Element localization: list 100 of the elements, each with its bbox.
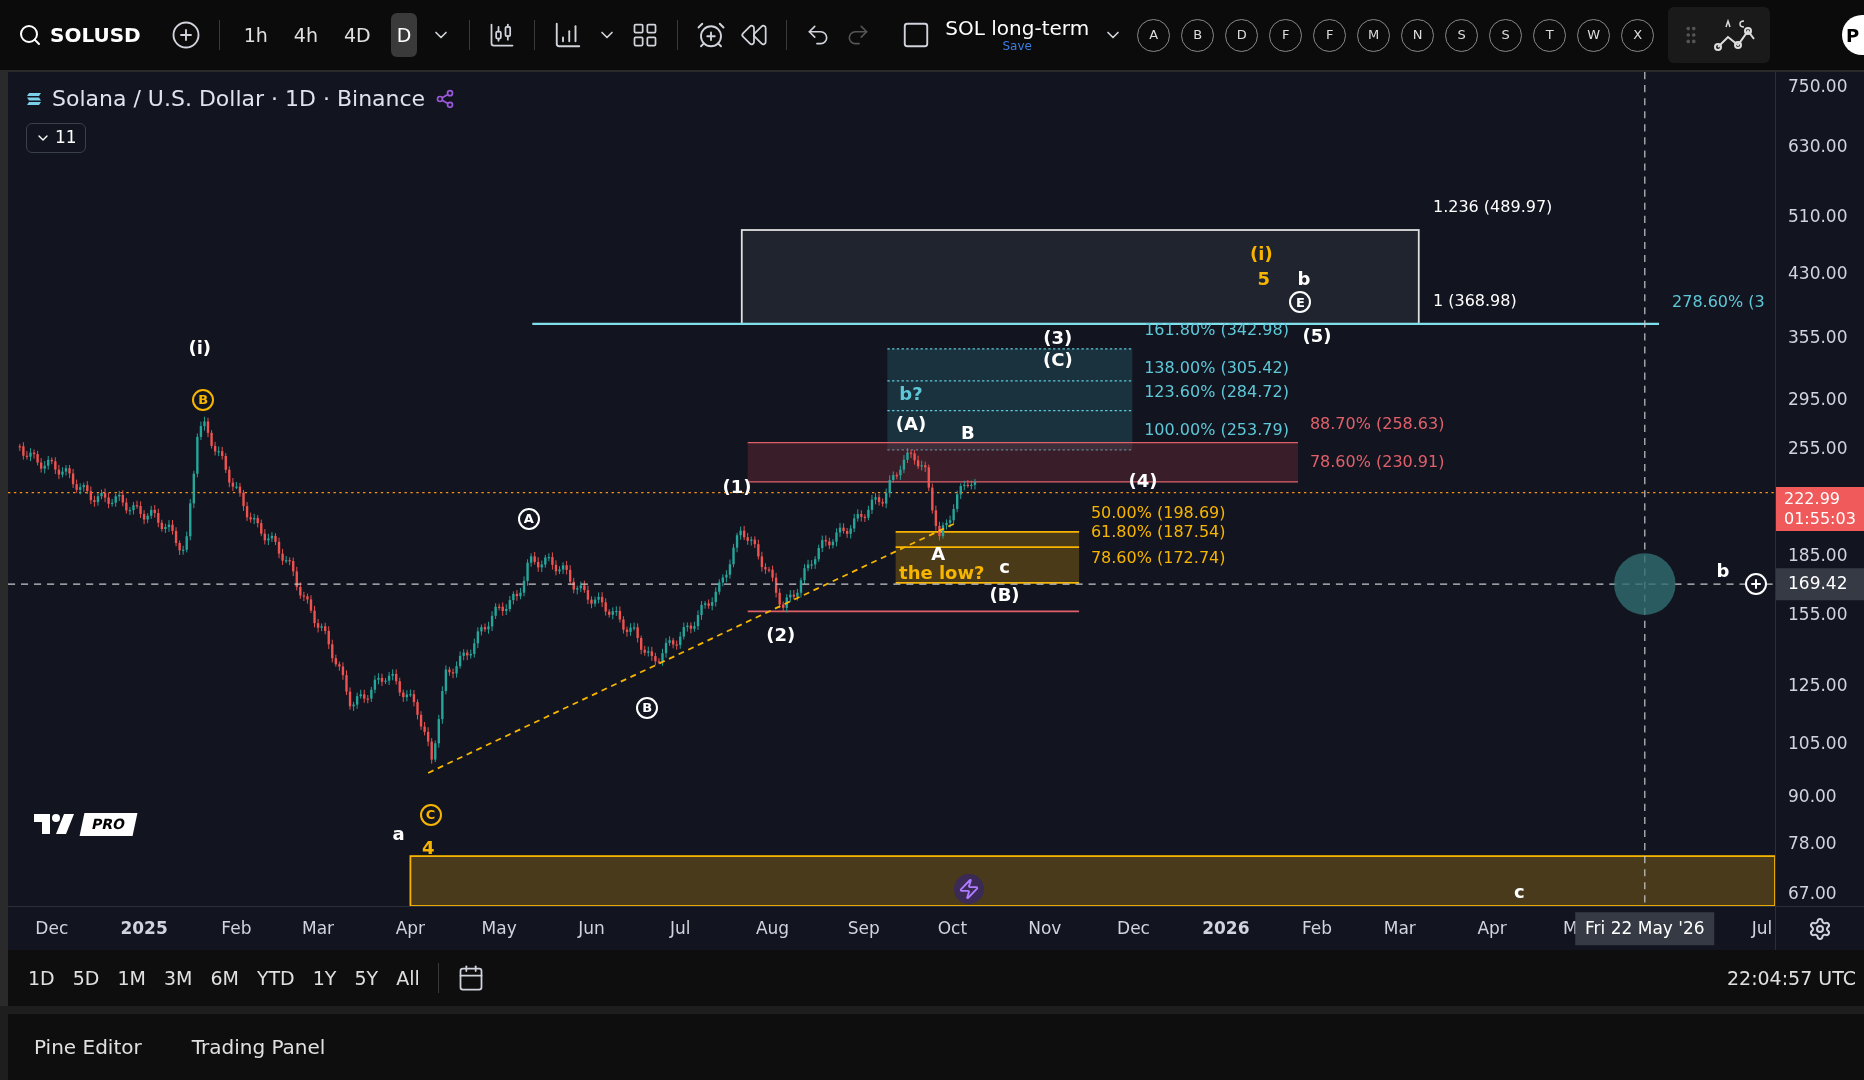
alarm-clock-icon[interactable]	[696, 20, 727, 50]
time-axis-label: Apr	[395, 916, 426, 940]
price-axis-label: 630.00	[1788, 135, 1848, 159]
wave-label: (C)	[1042, 350, 1073, 369]
wave-label: (2)	[766, 626, 796, 645]
wave-label: B	[192, 388, 215, 411]
interval-button[interactable]: D	[390, 12, 418, 58]
add-icon[interactable]	[1744, 572, 1769, 597]
wave-label: E	[1289, 291, 1312, 314]
wave-label: B	[960, 424, 975, 443]
collapse-indicators-button[interactable]: 11	[26, 123, 86, 153]
price-axis-label: 67.00	[1788, 882, 1837, 906]
save-status[interactable]: Save	[1002, 40, 1032, 52]
range-button[interactable]: 5Y	[354, 963, 379, 993]
time-axis-label: Mar	[302, 916, 335, 940]
settings-icon[interactable]	[1808, 916, 1832, 941]
time-axis-label: Apr	[1477, 916, 1507, 940]
time-axis-label: Aug	[755, 916, 790, 940]
wave-label: (i)	[188, 338, 212, 357]
time-axis-label: 2026	[1202, 916, 1250, 940]
time-axis-label: 2025	[120, 916, 168, 940]
fibonacci-level-label: 161.80% (342.98)	[1144, 321, 1289, 338]
crosshair-price-label: 169.42	[1776, 568, 1864, 600]
price-axis-label: 105.00	[1788, 732, 1848, 756]
range-button[interactable]: YTD	[256, 963, 295, 993]
price-axis-label: 78.00	[1788, 832, 1837, 856]
coin-logo-icon	[26, 91, 42, 106]
fibonacci-level-label: 88.70% (258.63)	[1309, 415, 1445, 432]
time-axis-label: Jul	[670, 916, 691, 940]
pro-badge: PRO	[79, 812, 138, 836]
wave-label: c	[1514, 882, 1525, 901]
wave-label: A	[517, 507, 540, 530]
wave-label: 5	[1257, 269, 1270, 288]
time-axis-label: Dec	[1117, 916, 1150, 940]
search-icon	[18, 23, 42, 47]
wave-label: B	[636, 696, 659, 719]
fibonacci-level-label: 78.60% (172.74)	[1090, 549, 1226, 566]
wave-label: a	[392, 824, 405, 843]
time-axis-label: Oct	[937, 916, 968, 940]
wave-label: C	[419, 803, 442, 826]
fibonacci-level-label: 123.60% (284.72)	[1144, 383, 1289, 400]
crosshair-date-label: Fri 22 May '26	[1575, 911, 1715, 946]
panel-tab[interactable]: Pine Editor	[34, 1032, 142, 1062]
price-axis-label: 430.00	[1788, 262, 1848, 286]
time-axis-label: Jun	[578, 916, 605, 940]
time-axis-label: Dec	[35, 916, 69, 940]
fibonacci-level-label: 100.00% (253.79)	[1144, 421, 1289, 438]
price-axis-label: 295.00	[1788, 388, 1848, 412]
time-axis-label: Nov	[1028, 916, 1062, 940]
range-button[interactable]: 1D	[28, 963, 55, 993]
price-axis-label: 155.00	[1788, 603, 1848, 627]
fibonacci-level-label: 138.00% (305.42)	[1144, 359, 1289, 376]
wave-label: (A)	[895, 414, 927, 433]
last-price: 222.99	[1784, 489, 1840, 510]
time-axis-label: M	[1562, 916, 1578, 940]
time-axis-label: May	[481, 916, 517, 940]
interval-button[interactable]: 4D	[337, 12, 377, 58]
add-symbol-icon[interactable]	[170, 20, 201, 50]
price-axis-label: 90.00	[1788, 784, 1837, 808]
time-axis-label: Sep	[847, 916, 880, 940]
range-button[interactable]: 3M	[163, 963, 193, 993]
wave-label: b?	[899, 384, 923, 403]
fibonacci-level-label: 61.80% (187.54)	[1090, 523, 1226, 540]
wave-label: (B)	[989, 585, 1020, 604]
range-button[interactable]: 6M	[210, 963, 239, 993]
time-axis-label: Feb	[221, 916, 252, 940]
wave-label: (1)	[722, 477, 752, 496]
fibonacci-level-label: 278.60% (3	[1672, 294, 1765, 311]
profile-button[interactable]: P	[1842, 15, 1864, 55]
range-button[interactable]: 5D	[72, 963, 100, 993]
wave-label: 4	[421, 838, 435, 857]
range-button[interactable]: 1Y	[312, 963, 337, 993]
symbol-title: Solana / U.S. Dollar · 1D · Binance	[52, 85, 426, 113]
range-button[interactable]: All	[396, 963, 420, 993]
wave-label: (i)	[1250, 244, 1273, 263]
layout-name[interactable]: SOL long-term	[945, 18, 1090, 38]
wave-label: A	[931, 545, 946, 564]
wave-label: (5)	[1302, 326, 1332, 345]
crosshair-cursor	[1614, 553, 1676, 615]
symbol-search[interactable]: SOLUSD	[18, 20, 141, 50]
time-axis-label: Mar	[1383, 916, 1416, 940]
wave-label: b	[1297, 269, 1311, 288]
interval-button[interactable]: 1h	[237, 12, 274, 58]
wave-label: c	[999, 558, 1010, 577]
price-axis-label: 255.00	[1788, 436, 1848, 460]
panel-tab[interactable]: Trading Panel	[191, 1032, 326, 1062]
fibonacci-level-label: 50.00% (198.69)	[1090, 504, 1226, 521]
time-axis-label: Jul	[1751, 916, 1773, 940]
range-button[interactable]: 1M	[117, 963, 146, 993]
wave-label: the low?	[899, 564, 985, 583]
fibonacci-level-label: 1 (368.98)	[1432, 293, 1517, 310]
price-axis-label: 355.00	[1788, 326, 1848, 350]
price-axis-label: 510.00	[1788, 205, 1848, 229]
interval-button[interactable]: 4h	[287, 12, 324, 58]
share-nodes-icon[interactable]	[435, 88, 456, 109]
price-axis-label: 125.00	[1788, 674, 1848, 698]
price-axis-label: 185.00	[1788, 543, 1848, 567]
time-axis-label: Feb	[1301, 916, 1332, 940]
clock[interactable]: 22:04:57 UTC	[1726, 963, 1856, 993]
wave-label: b	[1716, 561, 1730, 580]
